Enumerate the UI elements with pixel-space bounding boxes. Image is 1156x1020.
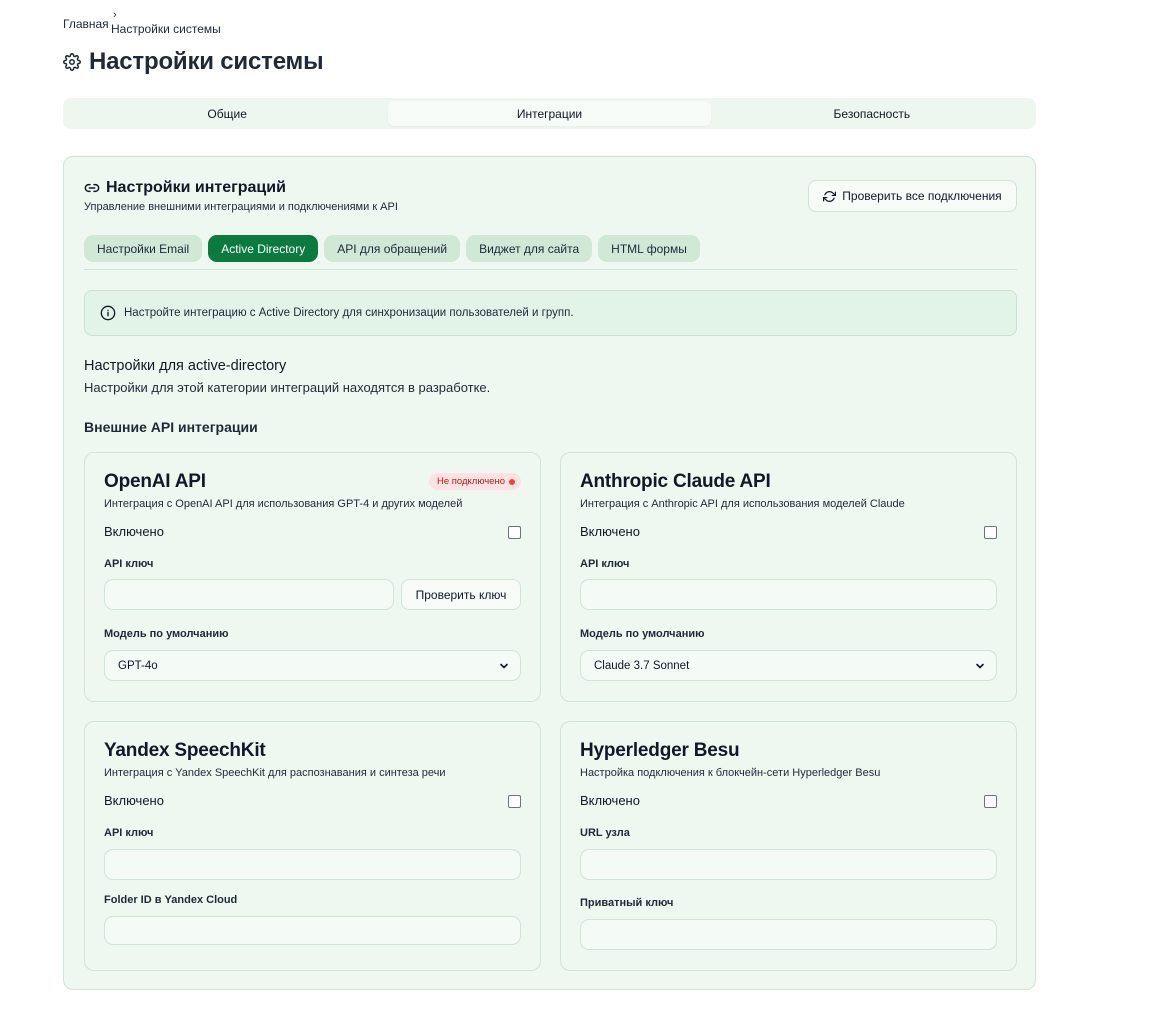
card-title: Yandex SpeechKit [104,740,266,761]
card-description: Интеграция с Yandex SpeechKit для распоз… [104,767,446,779]
card-description: Настройка подключения к блокчейн-сети Hy… [580,767,881,779]
link-icon [84,180,100,196]
tab-integrations[interactable]: Интеграции [388,101,711,126]
card-title: Hyperledger Besu [580,740,740,761]
status-badge-text: Не подключено [436,476,505,487]
anthropic-model-value: Claude 3.7 Sonnet [594,659,690,672]
section-title: Настройки для active-directory [84,358,287,374]
check-all-connections-button[interactable]: Проверить все подключения [808,180,1017,212]
yandex-folder-id-input[interactable] [104,916,521,945]
check-all-label: Проверить все подключения [842,189,1002,203]
section-text: Настройки для этой категории интеграций … [84,380,491,395]
chevron-down-icon [975,661,985,671]
anthropic-api-key-input[interactable] [580,579,997,610]
besu-node-url-input[interactable] [580,849,997,880]
subtab-active-directory[interactable]: Active Directory [208,235,319,262]
page-title: Настройки системы [89,48,324,75]
panel-subtitle: Управление внешними интеграциями и подкл… [84,201,398,213]
external-api-title: Внешние API интеграции [84,419,258,435]
info-icon [100,305,116,321]
tab-general[interactable]: Общие [66,101,388,126]
openai-card: OpenAI API Не подключено Интеграция с Op… [84,452,541,702]
status-badge: Не подключено [428,473,521,490]
enabled-label: Включено [104,793,164,808]
verify-key-button[interactable]: Проверить ключ [401,579,521,610]
besu-enabled-checkbox[interactable] [984,795,997,808]
openai-enabled-checkbox[interactable] [508,526,521,539]
node-url-label: URL узла [580,827,630,839]
card-description: Интеграция с OpenAI API для использовани… [104,498,463,510]
yandex-api-key-input[interactable] [104,849,521,880]
card-title: Anthropic Claude API [580,471,771,492]
folder-id-label: Folder ID в Yandex Cloud [104,894,238,906]
refresh-icon [823,190,837,203]
model-label: Модель по умолчанию [580,628,705,640]
model-label: Модель по умолчанию [104,628,229,640]
panel-header: Настройки интеграций Управление внешними… [84,179,398,213]
breadcrumb-home-link[interactable]: Главная [63,17,109,31]
info-alert: Настройте интеграцию с Active Directory … [84,290,1017,336]
yandex-enabled-checkbox[interactable] [508,795,521,808]
card-title: OpenAI API [104,471,206,492]
private-key-label: Приватный ключ [580,897,674,909]
enabled-label: Включено [104,524,164,539]
subtab-html-forms[interactable]: HTML формы [598,235,700,262]
anthropic-enabled-checkbox[interactable] [984,526,997,539]
tab-security[interactable]: Безопасность [711,101,1033,126]
card-description: Интеграция с Anthropic API для использов… [580,498,905,510]
main-tabs: Общие Интеграции Безопасность [63,98,1036,129]
api-key-label: API ключ [104,827,154,839]
api-key-label: API ключ [580,558,630,570]
breadcrumb-current: Настройки системы [111,22,221,36]
integrations-panel: Настройки интеграций Управление внешними… [63,156,1036,990]
status-dot-icon [509,478,515,485]
panel-title-row: Настройки интеграций [84,179,398,197]
enabled-label: Включено [580,524,640,539]
openai-api-key-input[interactable] [104,579,394,610]
breadcrumb-separator: › [113,9,117,21]
subtabs-divider [84,269,1017,270]
chevron-down-icon [499,661,509,671]
yandex-speechkit-card: Yandex SpeechKit Интеграция с Yandex Spe… [84,721,541,971]
anthropic-card: Anthropic Claude API Интеграция с Anthro… [560,452,1017,702]
integration-subtabs: Настройки Email Active Directory API для… [84,235,700,262]
openai-model-value: GPT-4o [118,659,158,672]
subtab-api-requests[interactable]: API для обращений [324,235,461,262]
api-key-label: API ключ [104,558,154,570]
hyperledger-besu-card: Hyperledger Besu Настройка подключения к… [560,721,1017,971]
besu-private-key-input[interactable] [580,919,997,950]
subtab-site-widget[interactable]: Виджет для сайта [466,235,593,262]
subtab-email[interactable]: Настройки Email [84,235,203,262]
enabled-label: Включено [580,793,640,808]
panel-title: Настройки интеграций [106,179,286,196]
openai-model-select[interactable]: GPT-4o [104,650,521,681]
anthropic-model-select[interactable]: Claude 3.7 Sonnet [580,650,997,681]
gear-icon [63,53,81,71]
breadcrumb: Главная › Настройки системы [63,9,363,39]
info-text: Настройте интеграцию с Active Directory … [124,307,574,319]
page-header: Настройки системы [63,48,324,76]
